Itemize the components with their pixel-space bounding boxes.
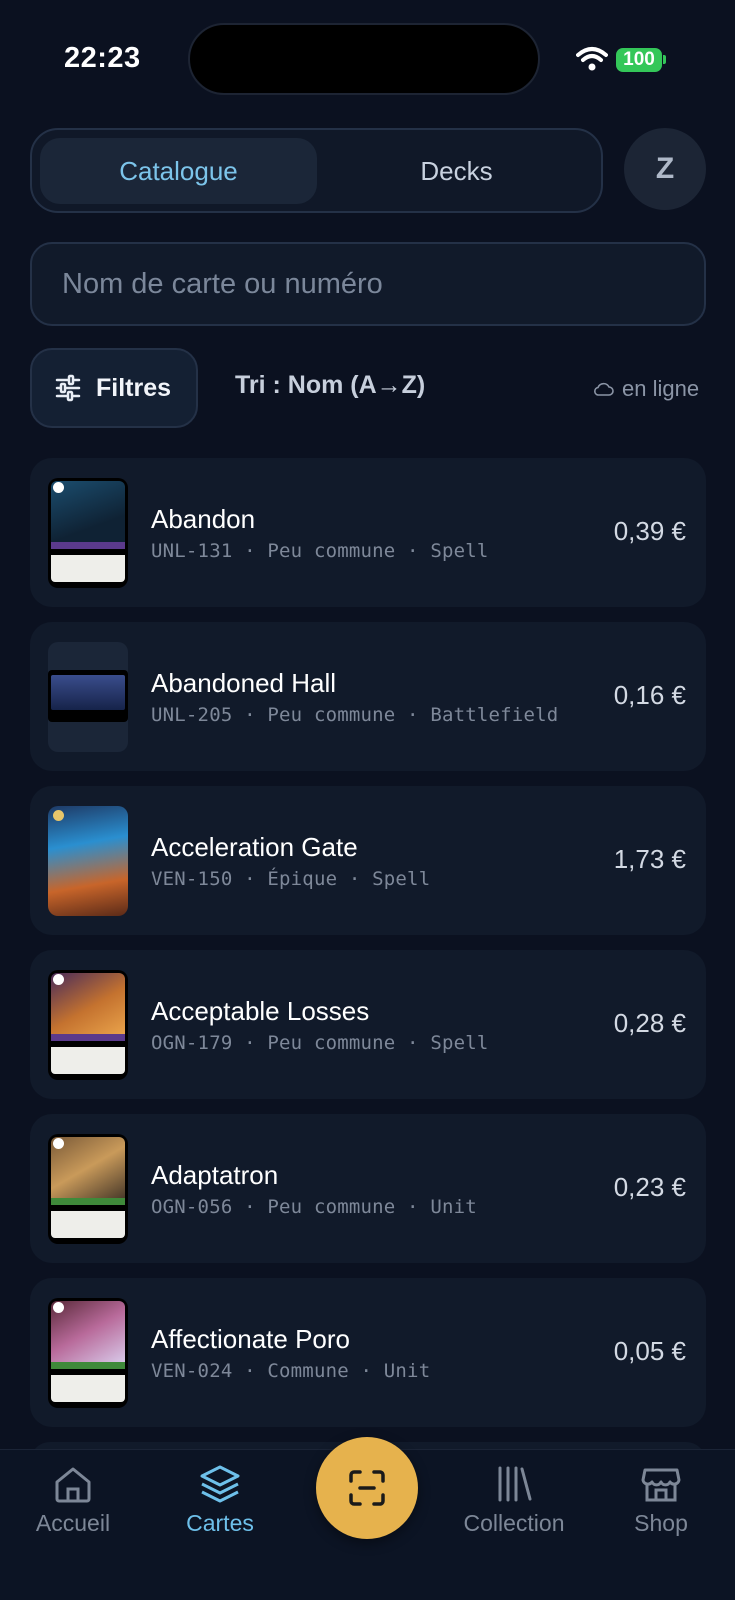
- card-price: 0,39 €: [613, 516, 686, 546]
- battery-tip: [663, 55, 666, 64]
- cloud-icon: [594, 382, 614, 396]
- card-meta: OGN-056 · Peu commune · Unit: [151, 1196, 477, 1218]
- card-row[interactable]: Acceleration Gate VEN-150 · Épique · Spe…: [30, 786, 706, 935]
- card-row[interactable]: Abandoned Hall UNL-205 · Peu commune · B…: [30, 622, 706, 771]
- card-meta: VEN-024 · Commune · Unit: [151, 1360, 431, 1382]
- card-row[interactable]: Abandon UNL-131 · Peu commune · Spell 0,…: [30, 458, 706, 607]
- battery-level: 100: [623, 49, 655, 70]
- dynamic-island: [188, 23, 540, 95]
- search-box: [30, 242, 706, 326]
- avatar[interactable]: Z: [624, 128, 706, 210]
- nav-shop[interactable]: Shop: [596, 1462, 726, 1537]
- card-name: Abandoned Hall: [151, 668, 337, 698]
- search-input[interactable]: [32, 244, 704, 324]
- store-icon: [641, 1468, 681, 1502]
- card-name: Adaptatron: [151, 1160, 279, 1190]
- card-price: 0,16 €: [613, 680, 686, 710]
- sliders-icon: [55, 374, 81, 402]
- nav-collection-label: Collection: [463, 1510, 565, 1536]
- nav-collection[interactable]: Collection: [449, 1462, 579, 1537]
- sort-selector[interactable]: Tri : Nom (A→Z): [235, 371, 425, 400]
- screen: 22:23 100 Catalogue Decks Z Filtres Tri …: [0, 0, 735, 1600]
- card-meta: UNL-131 · Peu commune · Spell: [151, 540, 489, 562]
- layers-icon: [200, 1465, 240, 1503]
- card-thumbnail: [48, 642, 128, 752]
- card-row[interactable]: Adaptatron OGN-056 · Peu commune · Unit …: [30, 1114, 706, 1263]
- nav-cards-label: Cartes: [186, 1510, 254, 1536]
- nav-shop-label: Shop: [634, 1510, 688, 1536]
- home-icon: [55, 1467, 91, 1503]
- card-name: Acceptable Losses: [151, 996, 370, 1026]
- library-icon: [498, 1466, 532, 1502]
- wifi-icon: [576, 47, 608, 71]
- scan-icon: [349, 1470, 385, 1506]
- status-time: 22:23: [64, 42, 141, 74]
- nav-cards[interactable]: Cartes: [155, 1462, 285, 1537]
- card-thumbnail: [48, 1134, 128, 1244]
- card-thumbnail: [48, 478, 128, 588]
- scan-button[interactable]: [316, 1437, 418, 1539]
- card-price: 1,73 €: [613, 844, 686, 874]
- filters-label: Filtres: [96, 373, 172, 402]
- card-row[interactable]: Acceptable Losses OGN-179 · Peu commune …: [30, 950, 706, 1099]
- filters-button[interactable]: Filtres: [30, 348, 198, 428]
- tab-decks[interactable]: Decks: [318, 138, 595, 204]
- card-thumbnail: [48, 1298, 128, 1408]
- online-label: en ligne: [622, 376, 700, 401]
- card-name: Affectionate Poro: [151, 1324, 350, 1354]
- view-switcher: Catalogue Decks: [30, 128, 603, 213]
- card-thumbnail: [48, 806, 128, 916]
- card-meta: UNL-205 · Peu commune · Battlefield: [151, 704, 559, 726]
- nav-home-label: Accueil: [35, 1510, 111, 1536]
- tab-catalogue[interactable]: Catalogue: [40, 138, 317, 204]
- card-meta: VEN-150 · Épique · Spell: [151, 868, 431, 890]
- card-name: Acceleration Gate: [151, 832, 358, 862]
- battery-indicator: 100: [616, 48, 662, 72]
- card-price: 0,05 €: [613, 1336, 686, 1366]
- card-name: Abandon: [151, 504, 256, 534]
- card-price: 0,23 €: [613, 1172, 686, 1202]
- card-row[interactable]: Affectionate Poro VEN-024 · Commune · Un…: [30, 1278, 706, 1427]
- card-price: 0,28 €: [613, 1008, 686, 1038]
- nav-home[interactable]: Accueil: [8, 1462, 138, 1537]
- online-status: en ligne: [592, 376, 699, 402]
- card-meta: OGN-179 · Peu commune · Spell: [151, 1032, 489, 1054]
- card-thumbnail: [48, 970, 128, 1080]
